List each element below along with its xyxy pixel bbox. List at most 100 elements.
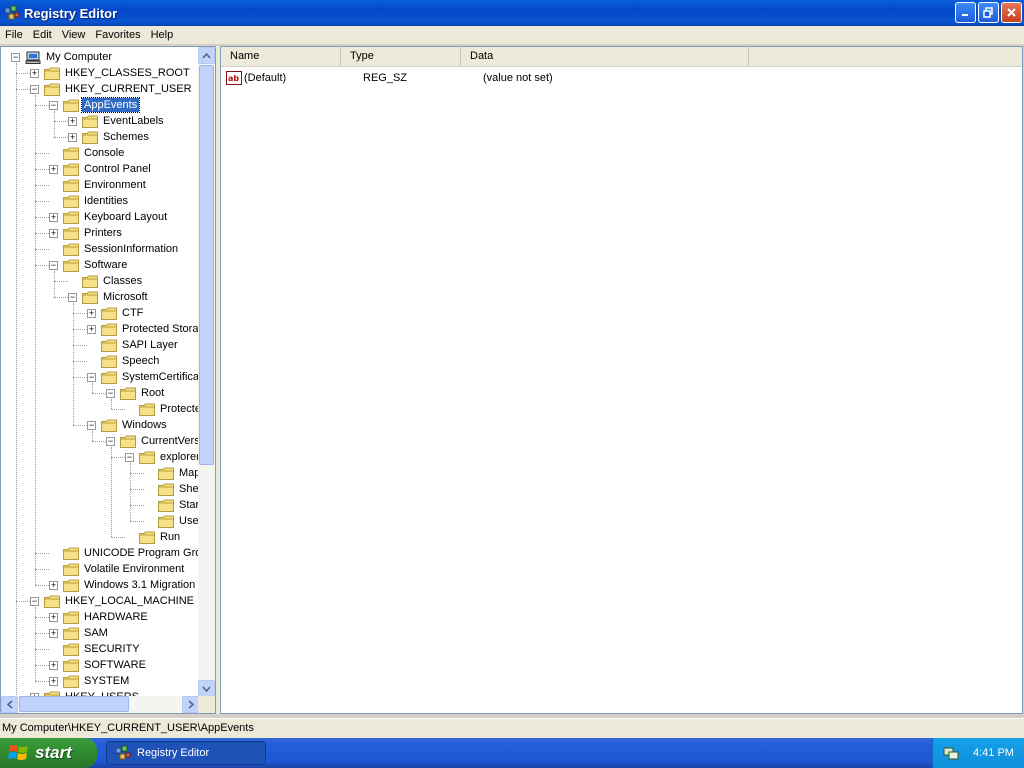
collapse-icon[interactable]: −: [68, 292, 77, 302]
expand-icon[interactable]: +: [49, 212, 58, 222]
tree-connector: [92, 393, 106, 394]
expand-icon[interactable]: +: [87, 324, 96, 334]
tree-node[interactable]: + Protected Stora: [87, 321, 199, 337]
expand-icon[interactable]: +: [68, 132, 77, 142]
tree-node[interactable]: + Windows 3.1 Migration S: [49, 577, 199, 593]
menu-view[interactable]: View: [57, 26, 91, 44]
tree-node[interactable]: Volatile Environment: [49, 561, 186, 577]
collapse-icon[interactable]: −: [11, 52, 20, 62]
tree-node[interactable]: + Control Panel: [49, 161, 153, 177]
scroll-left-button[interactable]: [1, 696, 18, 713]
collapse-icon[interactable]: −: [87, 372, 96, 382]
tree-connector: [92, 441, 106, 442]
collapse-icon[interactable]: −: [30, 596, 39, 606]
tree-node[interactable]: + Printers: [49, 225, 124, 241]
tree-node[interactable]: Speech: [87, 353, 161, 369]
tree-node[interactable]: Map: [144, 465, 199, 481]
tree-connector: [130, 473, 144, 474]
tree-node[interactable]: User: [144, 513, 199, 529]
scroll-right-button[interactable]: [182, 696, 199, 713]
values-list-pane[interactable]: Name Type Data ab (Default) REG_SZ (valu…: [220, 46, 1023, 714]
menu-file[interactable]: File: [0, 26, 28, 44]
menu-edit[interactable]: Edit: [28, 26, 57, 44]
tree-node[interactable]: + SYSTEM: [49, 673, 131, 689]
string-value-icon: ab: [226, 70, 242, 85]
expand-icon[interactable]: +: [49, 660, 58, 670]
collapse-icon[interactable]: −: [106, 388, 115, 398]
tree-node[interactable]: − Software: [49, 257, 129, 273]
scroll-up-button[interactable]: [198, 47, 215, 64]
tree-node[interactable]: − HKEY_CURRENT_USER: [30, 81, 194, 97]
tree-node[interactable]: − AppEvents: [49, 97, 141, 113]
network-icon[interactable]: [943, 745, 959, 761]
vertical-scroll-thumb[interactable]: [199, 65, 214, 465]
maximize-button[interactable]: [978, 2, 999, 23]
tree-horizontal-scrollbar[interactable]: [1, 696, 199, 713]
menu-favorites[interactable]: Favorites: [90, 26, 145, 44]
tree-node[interactable]: SAPI Layer: [87, 337, 180, 353]
tree-node[interactable]: Console: [49, 145, 126, 161]
collapse-icon[interactable]: −: [30, 84, 39, 94]
expand-icon[interactable]: +: [49, 628, 58, 638]
tree-node[interactable]: Identities: [49, 193, 130, 209]
tree-node[interactable]: − Microsoft: [68, 289, 150, 305]
tree-node[interactable]: − SystemCertificat: [87, 369, 199, 385]
tree-node[interactable]: SessionInformation: [49, 241, 180, 257]
collapse-icon[interactable]: −: [106, 436, 115, 446]
tree-node[interactable]: + Schemes: [68, 129, 151, 145]
column-header-name[interactable]: Name: [221, 47, 341, 66]
tree-node[interactable]: − Root: [106, 385, 166, 401]
list-item[interactable]: ab (Default) REG_SZ (value not set): [226, 69, 553, 86]
tree-node[interactable]: − explorer: [125, 449, 199, 465]
expand-icon[interactable]: +: [68, 116, 77, 126]
folder-icon: [63, 547, 79, 560]
tree-node[interactable]: − HKEY_LOCAL_MACHINE: [30, 593, 196, 609]
tree-node[interactable]: Classes: [68, 273, 144, 289]
tree-node[interactable]: + HARDWARE: [49, 609, 150, 625]
tree-node[interactable]: + EventLabels: [68, 113, 166, 129]
tree-node[interactable]: − Windows: [87, 417, 169, 433]
tree-node[interactable]: Run: [125, 529, 182, 545]
tree-node[interactable]: − CurrentVers: [106, 433, 199, 449]
minimize-button[interactable]: [955, 2, 976, 23]
expand-icon[interactable]: +: [49, 164, 58, 174]
tree-node[interactable]: + SOFTWARE: [49, 657, 148, 673]
folder-icon: [63, 627, 79, 640]
tree-node[interactable]: Environment: [49, 177, 148, 193]
clock[interactable]: 4:41 PM: [973, 747, 1014, 759]
start-button[interactable]: start: [0, 738, 97, 768]
title-bar[interactable]: Registry Editor: [0, 0, 1024, 26]
registry-tree-pane[interactable]: − My Computer + HKEY_CLASSES_ROOT − HKEY_CURR…: [0, 46, 216, 714]
column-header-data[interactable]: Data: [461, 47, 749, 66]
collapse-icon[interactable]: −: [49, 100, 58, 110]
expand-icon[interactable]: +: [49, 580, 58, 590]
tree-node[interactable]: + HKEY_CLASSES_ROOT: [30, 65, 192, 81]
expand-icon[interactable]: +: [30, 68, 39, 78]
scroll-down-button[interactable]: [198, 680, 215, 697]
tree-node[interactable]: Star: [144, 497, 199, 513]
expand-icon[interactable]: +: [49, 228, 58, 238]
menu-help[interactable]: Help: [146, 26, 179, 44]
tree-vertical-scrollbar[interactable]: [198, 47, 215, 697]
tree-node[interactable]: + CTF: [87, 305, 145, 321]
tree-node[interactable]: + Keyboard Layout: [49, 209, 169, 225]
tree-node[interactable]: UNICODE Program Grou: [49, 545, 199, 561]
tree-node[interactable]: − My Computer: [11, 49, 114, 65]
tree-connector: [73, 425, 87, 426]
collapse-icon[interactable]: −: [125, 452, 134, 462]
tree-connector: [130, 521, 144, 522]
tree-node[interactable]: SECURITY: [49, 641, 142, 657]
expand-icon[interactable]: +: [87, 308, 96, 318]
collapse-icon[interactable]: −: [49, 260, 58, 270]
expand-icon[interactable]: +: [49, 612, 58, 622]
column-header-type[interactable]: Type: [341, 47, 461, 66]
horizontal-scroll-thumb[interactable]: [19, 696, 129, 712]
close-button[interactable]: [1001, 2, 1022, 23]
tree-node[interactable]: + SAM: [49, 625, 110, 641]
expand-icon[interactable]: +: [49, 676, 58, 686]
tree-node[interactable]: Protecte: [125, 401, 199, 417]
collapse-icon[interactable]: −: [87, 420, 96, 430]
tree-node[interactable]: Shel: [144, 481, 199, 497]
taskbar-button-registry-editor[interactable]: Registry Editor: [106, 741, 266, 765]
